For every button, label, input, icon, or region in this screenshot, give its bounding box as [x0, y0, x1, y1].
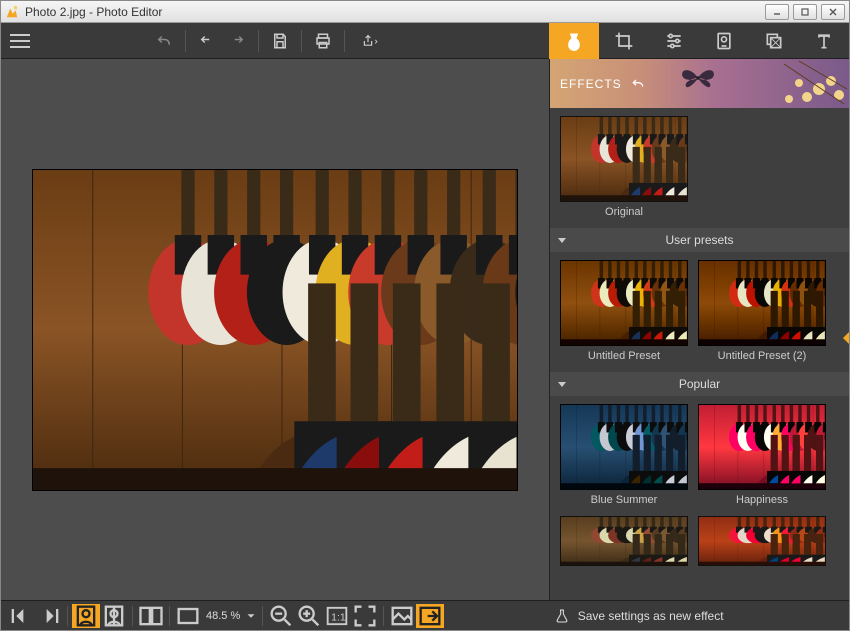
next-image-button[interactable] [35, 604, 63, 628]
bottom-toolbar: 48.5 % 1:1 Save settings as new effect [1, 600, 849, 630]
preset-untitled-1[interactable]: Untitled Preset [560, 260, 688, 362]
portrait-full-button[interactable] [72, 604, 100, 628]
canvas-area[interactable] [1, 59, 549, 600]
undo-button[interactable] [192, 27, 222, 55]
titlebar: Photo 2.jpg - Photo Editor [1, 1, 849, 23]
export-image-button[interactable] [416, 604, 444, 628]
tab-retouch[interactable] [699, 23, 749, 59]
prev-image-button[interactable] [7, 604, 35, 628]
portrait-half-button[interactable] [100, 604, 128, 628]
print-button[interactable] [308, 27, 338, 55]
save-as-effect-label: Save settings as new effect [578, 609, 724, 623]
section-user-label: User presets [665, 233, 733, 247]
reset-effects-icon[interactable] [630, 76, 646, 92]
section-popular[interactable]: Popular [550, 372, 849, 396]
preset-label: Happiness [736, 494, 788, 506]
menu-button[interactable] [1, 23, 39, 59]
background-button[interactable] [388, 604, 416, 628]
beaker-icon [554, 608, 570, 624]
preset-extra-2[interactable] [698, 516, 826, 566]
maximize-button[interactable] [793, 4, 817, 20]
tab-crop[interactable] [599, 23, 649, 59]
close-button[interactable] [821, 4, 845, 20]
zoom-level: 48.5 % [206, 610, 240, 622]
effects-banner: EFFECTS [550, 59, 849, 108]
preset-blue-summer[interactable]: Blue Summer [560, 404, 688, 506]
tool-tabs [549, 23, 849, 58]
zoom-dropdown[interactable] [244, 604, 258, 628]
section-user-presets[interactable]: User presets [550, 228, 849, 252]
tab-adjust[interactable] [649, 23, 699, 59]
preset-label: Untitled Preset (2) [718, 350, 807, 362]
preset-happiness[interactable]: Happiness [698, 404, 826, 506]
original-label: Original [560, 206, 688, 218]
canvas-size-icon [174, 604, 202, 628]
main-area: EFFECTS Original User presets Unti [1, 59, 849, 600]
zoom-in-button[interactable] [295, 604, 323, 628]
canvas-image [32, 169, 518, 491]
minimize-button[interactable] [765, 4, 789, 20]
redo-button[interactable] [222, 27, 252, 55]
tab-text[interactable] [799, 23, 849, 59]
butterfly-decor [680, 63, 716, 93]
save-button[interactable] [265, 27, 295, 55]
top-toolbar [1, 23, 849, 59]
app-icon [5, 5, 19, 19]
compare-button[interactable] [137, 604, 165, 628]
save-as-effect-button[interactable]: Save settings as new effect [494, 608, 794, 624]
app-window: Photo 2.jpg - Photo Editor [0, 0, 850, 631]
effects-scroll[interactable]: Original User presets Untitled Preset Un… [550, 108, 849, 600]
fit-screen-button[interactable] [351, 604, 379, 628]
preset-label: Blue Summer [591, 494, 658, 506]
tab-textures[interactable] [749, 23, 799, 59]
fit-actual-button[interactable]: 1:1 [323, 604, 351, 628]
zoom-out-button[interactable] [267, 604, 295, 628]
preset-extra-1[interactable] [560, 516, 688, 566]
share-button[interactable] [351, 27, 391, 55]
section-popular-label: Popular [679, 377, 720, 391]
tab-effects[interactable] [549, 23, 599, 59]
flowers-decor [729, 59, 849, 108]
original-preset[interactable]: Original [560, 116, 839, 218]
undo-history-button[interactable] [149, 27, 179, 55]
preset-label: Untitled Preset [588, 350, 660, 362]
effects-label: EFFECTS [560, 77, 622, 91]
expand-panel-arrow[interactable] [843, 330, 849, 346]
chevron-down-icon [558, 382, 566, 387]
svg-text:1:1: 1:1 [331, 611, 346, 623]
chevron-down-icon [558, 238, 566, 243]
preset-untitled-2[interactable]: Untitled Preset (2) [698, 260, 826, 362]
effects-panel: EFFECTS Original User presets Unti [549, 59, 849, 600]
window-title: Photo 2.jpg - Photo Editor [25, 5, 761, 19]
